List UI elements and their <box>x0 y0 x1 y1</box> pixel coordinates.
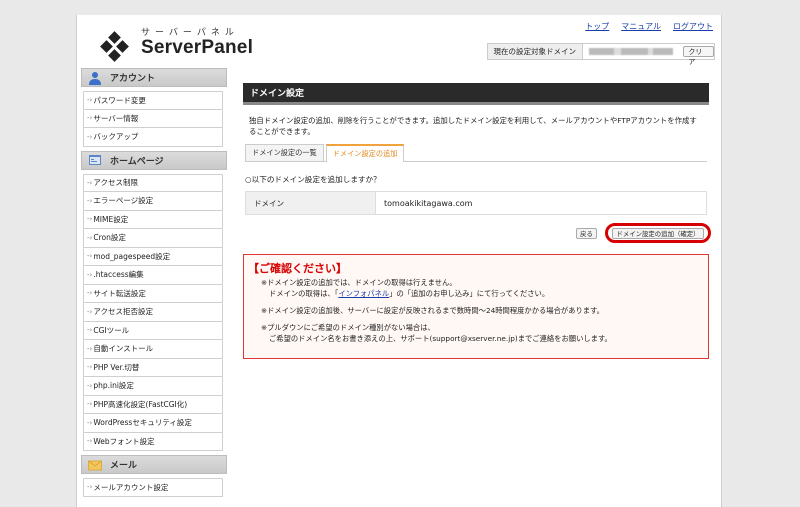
sidebar-item-label: 自動インストール <box>93 344 154 354</box>
sidebar-item-cron[interactable]: -› Cron設定 <box>83 229 223 248</box>
sidebar-item-label: CGIツール <box>93 325 130 335</box>
sidebar-item-access-deny[interactable]: -› アクセス拒否設定 <box>83 303 223 322</box>
sidebar-item-htaccess[interactable]: -› .htaccess編集 <box>83 266 223 285</box>
target-domain-bar: 現在の設定対象ドメイン クリア <box>487 43 715 66</box>
notice-line-indented: ドメインの取得は、「インフォパネル」の「追加のお申し込み」にて行ってください。 <box>261 288 708 299</box>
add-domain-confirm-button[interactable]: ドメイン設定の追加（確定） <box>612 227 704 239</box>
sidebar-item-pagespeed[interactable]: -› mod_pagespeed設定 <box>83 247 223 266</box>
notice-message-propagation: ※ドメイン設定の追加後、サーバーに設定が反映されるまで数時間〜24時間程度かかる… <box>261 305 708 316</box>
domain-table: ドメイン tomoakikitagawa.com <box>245 191 707 215</box>
sidebar-item-label: パスワード変更 <box>93 95 146 105</box>
action-row: 戻る ドメイン設定の追加（確定） <box>243 223 711 243</box>
notice-text: 」の「追加のお申し込み」にて行ってください。 <box>389 289 550 298</box>
notice-line: ※プルダウンにご希望のドメイン種別がない場合は、 <box>261 323 435 332</box>
sidebar-item-password[interactable]: -› パスワード変更 <box>83 91 223 110</box>
sidebar-item-php-fastcgi[interactable]: -› PHP高速化設定(FastCGI化) <box>83 395 223 414</box>
tab-domain-list[interactable]: ドメイン設定の一覧 <box>245 144 324 161</box>
clear-button[interactable]: クリア <box>683 46 714 66</box>
sidebar-item-auto-install[interactable]: -› 自動インストール <box>83 340 223 359</box>
page-title: ドメイン設定 <box>243 83 709 105</box>
sidebar-item-label: WordPressセキュリティ設定 <box>93 418 192 428</box>
notice-message-domain: ※ドメイン設定の追加では、ドメインの取得は行えません。 ドメインの取得は、「イン… <box>261 277 708 299</box>
top-links: トップ マニュアル ログアウト <box>585 21 713 32</box>
sidebar-item-wp-security[interactable]: -› WordPressセキュリティ設定 <box>83 414 223 433</box>
confirm-question: ○以下のドメイン設定を追加しますか？ <box>245 175 381 184</box>
sidebar-item-mail-account[interactable]: -› メールアカウント設定 <box>83 478 223 497</box>
sidebar-item-php-ini[interactable]: -› php.ini設定 <box>83 377 223 396</box>
sidebar-item-label: PHP高速化設定(FastCGI化) <box>93 399 188 409</box>
sidebar-item-label: .htaccess編集 <box>93 270 144 280</box>
section-title: アカウント <box>110 74 156 84</box>
sidebar-section-homepage: ホームページ <box>81 150 227 170</box>
page: サーバーパネル ServerPanel トップ マニュアル ログアウト 現在の設… <box>76 15 722 507</box>
sidebar-section-mail: メール <box>81 455 227 474</box>
sidebar-item-mime[interactable]: -› MIME設定 <box>83 210 223 229</box>
sidebar-item-label: サーバー情報 <box>93 113 139 123</box>
sidebar-item-label: サイト転送設定 <box>93 288 146 298</box>
sidebar-item-backup[interactable]: -› バックアップ <box>83 128 223 147</box>
sidebar-item-label: アクセス制限 <box>93 178 138 188</box>
sidebar-item-access-limit[interactable]: -› アクセス制限 <box>83 173 223 192</box>
section-title: ホームページ <box>110 156 164 167</box>
sidebar-item-label: Cron設定 <box>93 233 126 243</box>
confirm-highlight-ring: ドメイン設定の追加（確定） <box>605 223 711 243</box>
sidebar-item-label: アクセス拒否設定 <box>93 307 153 317</box>
sidebar-item-error-page[interactable]: -› エラーページ設定 <box>83 192 223 211</box>
serverpanel-logo[interactable]: サーバーパネル ServerPanel <box>97 25 253 65</box>
top-link-manual[interactable]: マニュアル <box>621 21 661 32</box>
sidebar-item-label: mod_pagespeed設定 <box>93 251 171 261</box>
notice-line: ※ドメイン設定の追加後、サーバーに設定が反映されるまで数時間〜24時間程度かかる… <box>261 306 604 315</box>
sidebar-section-account: アカウント <box>81 68 227 87</box>
sidebar: アカウント -› パスワード変更 -› サーバー情報 -› バックアップ ホームページ… <box>81 68 227 501</box>
sidebar-item-label: MIME設定 <box>93 214 129 224</box>
domain-value: tomoakikitagawa.com <box>384 198 473 208</box>
domain-label: ドメイン <box>246 192 376 214</box>
sidebar-item-server-info[interactable]: -› サーバー情報 <box>83 109 223 128</box>
tab-domain-add[interactable]: ドメイン設定の追加 <box>325 144 405 162</box>
target-domain-label: 現在の設定対象ドメイン <box>488 44 583 59</box>
target-domain-value-blurred[interactable] <box>588 48 674 55</box>
user-icon <box>89 71 101 85</box>
main-content: ドメイン設定 独自ドメイン設定の追加、削除を行うことができます。追加したドメイン… <box>243 83 711 359</box>
logo-diamonds-icon <box>100 31 129 62</box>
top-link-logout[interactable]: ログアウト <box>673 21 713 32</box>
section-title: メール <box>110 461 138 471</box>
notice-line: ※ドメイン設定の追加では、ドメインの取得は行えません。 <box>261 278 457 287</box>
tab-bar: ドメイン設定の一覧 ドメイン設定の追加 <box>245 144 707 162</box>
logo-wordmark: ServerPanel <box>141 37 254 58</box>
sidebar-item-cgi-tools[interactable]: -› CGIツール <box>83 321 223 340</box>
mail-icon <box>88 460 102 470</box>
sidebar-item-label: PHP Ver.切替 <box>93 362 140 372</box>
homepage-icon <box>89 155 101 165</box>
infopanel-link[interactable]: インフォパネル <box>338 289 389 298</box>
sidebar-item-site-redirect[interactable]: -› サイト転送設定 <box>83 284 223 303</box>
notice-message-support: ※プルダウンにご希望のドメイン種別がない場合は、 ご希望のドメイン名をお書き添え… <box>261 322 708 344</box>
sidebar-item-label: メールアカウント設定 <box>93 482 169 492</box>
notice-box: 【ご確認ください】 ※ドメイン設定の追加では、ドメインの取得は行えません。 ドメ… <box>243 254 709 359</box>
notice-line-indented: ご希望のドメイン名をお書き添えの上、サポート(support@xserver.n… <box>269 334 612 343</box>
notice-text: ドメインの取得は、「 <box>269 289 339 298</box>
sidebar-item-label: バックアップ <box>93 132 139 142</box>
notice-title: 【ご確認ください】 <box>248 262 347 275</box>
sidebar-item-php-version[interactable]: -› PHP Ver.切替 <box>83 358 223 377</box>
back-button[interactable]: 戻る <box>576 228 597 239</box>
top-link-top[interactable]: トップ <box>585 21 609 32</box>
sidebar-item-label: Webフォント設定 <box>93 436 155 446</box>
sidebar-item-label: php.ini設定 <box>93 381 134 391</box>
sidebar-item-label: エラーページ設定 <box>93 196 154 206</box>
sidebar-item-web-font[interactable]: -› Webフォント設定 <box>83 432 223 451</box>
page-description: 独自ドメイン設定の追加、削除を行うことができます。追加したドメイン設定を利用して… <box>249 116 697 136</box>
